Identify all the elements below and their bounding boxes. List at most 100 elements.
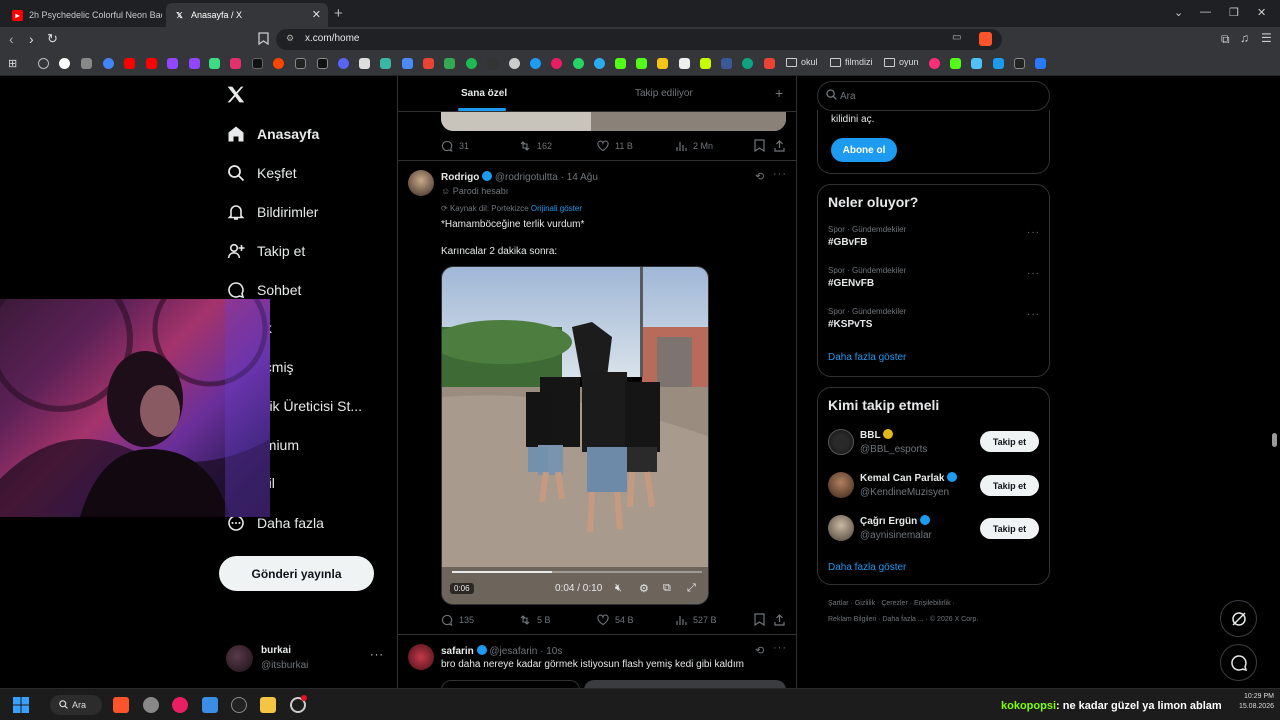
site-info-icon[interactable]: ⚙ (286, 33, 294, 44)
settings-icon[interactable]: ⚙ (639, 582, 649, 595)
footer-link[interactable]: Erişilebilirlik (914, 600, 951, 607)
tab-following[interactable]: Takip ediliyor (635, 88, 693, 99)
trend-item[interactable]: Spor · Gündemdekiler #GBvFB (828, 225, 906, 248)
like-button[interactable]: 54 B (597, 614, 634, 626)
bookmark-spotify-icon[interactable] (466, 58, 477, 69)
bookmark-folder-okul[interactable]: okul (786, 57, 818, 67)
app-taskbar-icon[interactable] (231, 697, 247, 713)
bookmark-folder-filmdizi[interactable]: filmdizi (830, 57, 873, 67)
show-more-follow-link[interactable]: Daha fazla göster (828, 562, 906, 573)
reload-icon[interactable]: ↻ (47, 31, 58, 47)
tab-x-home[interactable]: 𝕏 Anasayfa / X ✕ (166, 3, 328, 27)
bookmark-x-icon[interactable] (252, 58, 263, 69)
tab-for-you[interactable]: Sana özel (461, 88, 507, 99)
bookmark-icon[interactable] (209, 58, 220, 69)
author-name[interactable]: safarin (441, 646, 474, 657)
share-icon[interactable] (774, 139, 785, 157)
follow-button[interactable]: Takip et (980, 431, 1039, 452)
extensions-icon[interactable]: ⧉ (1221, 32, 1230, 47)
post-media[interactable] (441, 680, 580, 688)
bookmark-icon[interactable] (929, 58, 940, 69)
post-time[interactable]: · 10s (540, 646, 562, 657)
brave-taskbar-icon[interactable] (113, 697, 129, 713)
show-original-link[interactable]: Orijinali göster (531, 204, 582, 213)
bookmark-icon[interactable] (530, 58, 541, 69)
like-button[interactable]: 11 B (597, 140, 633, 152)
sidebar-item-home[interactable]: Anasayfa (226, 124, 319, 144)
more-icon[interactable]: ··· (1027, 227, 1040, 238)
bookmark-youtube-icon[interactable] (146, 58, 157, 69)
media-taskbar-icon[interactable] (172, 697, 188, 713)
views-button[interactable]: 527 B (675, 614, 717, 626)
bookmark-icon[interactable] (700, 58, 711, 69)
bookmark-icon[interactable] (993, 58, 1004, 69)
bookmark-github-icon[interactable] (509, 58, 520, 69)
bookmark-google-icon[interactable] (59, 58, 70, 69)
bookmark-icon[interactable] (764, 58, 775, 69)
avatar[interactable] (408, 170, 434, 196)
bookmark-icon[interactable] (81, 58, 92, 69)
maximize-icon[interactable]: ❐ (1229, 6, 1239, 19)
photos-taskbar-icon[interactable] (202, 697, 218, 713)
bookmark-history-icon[interactable] (38, 58, 49, 69)
footer-link[interactable]: Şartlar (828, 600, 849, 607)
account-switcher[interactable]: burkai @itsburkai ··· (226, 643, 384, 675)
footer-link[interactable]: Çerezler (881, 600, 907, 607)
bookmark-reddit-icon[interactable] (273, 58, 284, 69)
windows-start-icon[interactable] (13, 697, 29, 718)
messages-button[interactable] (1220, 644, 1257, 681)
bookmark-icon[interactable] (487, 58, 498, 69)
grok-icon[interactable]: ⟲ (755, 170, 764, 183)
share-icon[interactable] (774, 613, 785, 631)
sidebar-item-notifications[interactable]: Bildirimler (226, 202, 318, 222)
follow-button[interactable]: Takip et (980, 475, 1039, 496)
bookmark-icon[interactable] (679, 58, 690, 69)
sidebar-item-chat[interactable]: Sohbet (226, 280, 301, 300)
post-media[interactable] (584, 680, 786, 688)
author-name[interactable]: Rodrigo (441, 172, 479, 183)
repost-button[interactable]: 162 (519, 140, 552, 152)
pip-icon[interactable]: ⧉ (663, 582, 671, 595)
app-taskbar-icon[interactable] (143, 697, 159, 713)
reply-button[interactable]: 31 (441, 140, 469, 152)
bookmark-icon[interactable] (1035, 58, 1046, 69)
bookmark-icon[interactable] (359, 58, 370, 69)
views-button[interactable]: 2 Mn (675, 140, 713, 152)
trend-item[interactable]: Spor · Gündemdekiler #KSPvTS (828, 307, 906, 330)
bookmark-icon[interactable] (754, 613, 765, 631)
add-tab-icon[interactable]: + (775, 85, 783, 101)
bookmark-icon[interactable] (402, 58, 413, 69)
sidebar-item-follow[interactable]: Takip et (226, 241, 305, 261)
bookmark-telegram-icon[interactable] (594, 58, 605, 69)
follow-suggestion[interactable]: BBL @BBL_esports (828, 429, 927, 455)
previous-post-media[interactable] (441, 112, 786, 131)
video-player[interactable]: 0:06 0:04 / 0:10 🔇︎ ⚙ ⧉ ⤢ (441, 266, 709, 605)
follow-button[interactable]: Takip et (980, 518, 1039, 539)
follow-suggestion[interactable]: Çağrı Ergün @aynisinemalar (828, 515, 932, 541)
post-button[interactable]: Gönderi yayınla (219, 556, 374, 591)
cast-icon[interactable]: ▭ (952, 32, 961, 43)
subscribe-button[interactable]: Abone ol (831, 138, 897, 162)
bookmark-icon[interactable] (721, 58, 732, 69)
post-time[interactable]: · 14 Ağu (561, 172, 598, 183)
bookmark-icon[interactable] (971, 58, 982, 69)
more-icon[interactable]: ··· (773, 642, 787, 654)
minimize-icon[interactable]: — (1200, 6, 1211, 18)
footer-link[interactable]: Gizlilik (855, 600, 875, 607)
media-icon[interactable]: ♫ (1240, 31, 1249, 45)
grok-button[interactable] (1220, 600, 1257, 637)
bookmark-icon[interactable] (258, 32, 269, 50)
grok-icon[interactable]: ⟲ (755, 644, 764, 657)
more-icon[interactable]: ··· (773, 168, 787, 180)
show-more-trends-link[interactable]: Daha fazla göster (828, 352, 906, 363)
bookmark-kick-icon[interactable] (950, 58, 961, 69)
back-icon[interactable]: ‹ (9, 31, 14, 47)
taskbar-search[interactable]: Ara (50, 695, 102, 715)
bookmark-kick-icon[interactable] (615, 58, 626, 69)
bookmark-icon[interactable] (657, 58, 668, 69)
bookmark-icon[interactable] (295, 58, 306, 69)
bookmark-folder-oyun[interactable]: oyun (884, 57, 919, 67)
bookmark-drive-icon[interactable] (444, 58, 455, 69)
chevron-down-icon[interactable]: ⌄ (1174, 6, 1183, 19)
bookmark-kick-icon[interactable] (636, 58, 647, 69)
